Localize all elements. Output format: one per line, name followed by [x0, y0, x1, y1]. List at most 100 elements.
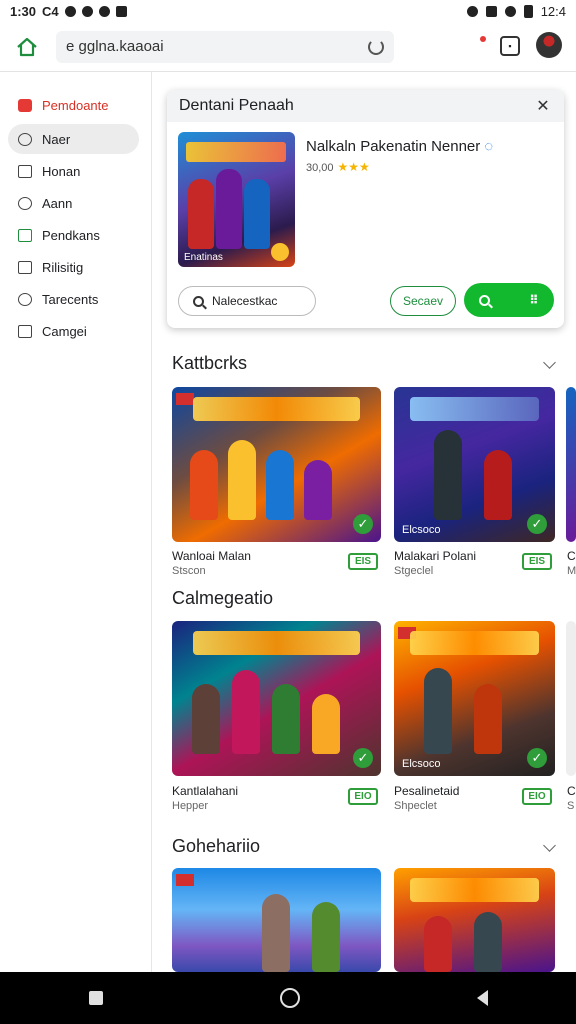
star-rating: ★★★ — [337, 160, 370, 174]
edit-icon — [18, 228, 32, 242]
section-title: Calmegeatio — [172, 588, 274, 608]
ribbon-icon — [176, 874, 194, 886]
game-card[interactable] — [172, 868, 381, 972]
game-thumbnail[interactable]: Enatinas — [178, 132, 295, 267]
card-badge[interactable]: EIO — [522, 788, 552, 805]
card-subtitle: Stscon — [172, 565, 206, 577]
sidebar-item-label: Pendkans — [42, 227, 100, 243]
card-caption: Elcsoco — [402, 758, 441, 770]
game-card[interactable]: Elcsoco ✓ — [394, 621, 555, 776]
status-carrier: C4 — [42, 3, 59, 19]
game-card[interactable]: Elcsoco ✓ — [394, 387, 555, 542]
wifi-icon — [98, 5, 110, 17]
signal-icon — [466, 5, 478, 17]
game-logo — [410, 631, 539, 655]
game-card[interactable] — [566, 387, 576, 542]
vibrate-icon — [485, 5, 497, 17]
character-figure — [424, 916, 452, 972]
list-icon — [18, 260, 32, 274]
badge-icon — [271, 243, 289, 261]
card-art — [566, 621, 576, 776]
card-badge[interactable]: EIS — [522, 553, 552, 570]
character-figure — [312, 694, 340, 754]
status-time: 1:30 — [10, 3, 37, 19]
game-card[interactable]: ✓ — [172, 621, 381, 776]
popup-header: Dentani Penaah ✕ — [167, 90, 564, 122]
character-figure — [304, 460, 332, 520]
app-meta: 30,00 ★★★ — [306, 160, 370, 174]
sidebar-item-brand[interactable]: Pemdoante — [8, 90, 139, 120]
bluetooth-icon — [504, 5, 516, 17]
card-title: Malakari Polani — [394, 549, 477, 563]
ribbon-icon — [176, 393, 194, 405]
character-figure — [272, 684, 300, 754]
character-figure — [190, 450, 218, 520]
sidebar-item-aann[interactable]: Aann — [8, 188, 139, 218]
avatar[interactable] — [536, 32, 562, 58]
character-figure — [188, 179, 214, 249]
app-name: Nalkaln Pakenatin Nenner ◌ — [306, 138, 493, 155]
popup-search-button[interactable]: Nalecestkac — [178, 286, 316, 316]
sidebar-item-camgei[interactable]: Camgei — [8, 316, 139, 346]
back-icon[interactable] — [476, 990, 488, 1006]
status-clock: 12:4 — [540, 3, 566, 19]
search-icon — [479, 294, 491, 306]
check-icon: ✓ — [353, 514, 373, 534]
chevron-down-icon[interactable] — [543, 839, 556, 852]
card-subtitle: Shpeclet — [394, 800, 437, 812]
game-card[interactable]: ✓ — [172, 387, 381, 542]
recording-dot — [480, 36, 486, 42]
character-figure — [484, 450, 512, 520]
game-card[interactable] — [394, 868, 555, 972]
app-icon — [115, 5, 127, 17]
reload-icon[interactable] — [368, 38, 384, 55]
sidebar-item-rilisitig[interactable]: Rilisitig — [8, 252, 139, 282]
game-logo — [192, 631, 361, 655]
sidebar-item-pendkans[interactable]: Pendkans — [8, 220, 139, 250]
home-nav-icon[interactable] — [279, 988, 300, 1008]
game-logo — [192, 397, 361, 421]
primary-action-button[interactable]: ⠿ — [464, 283, 554, 317]
compass-icon — [18, 132, 32, 146]
game-logo — [410, 397, 539, 421]
character-figure — [216, 169, 242, 249]
tabs-icon: ▪ — [508, 41, 512, 51]
card-subtitle: M — [567, 565, 576, 577]
card-subtitle: Stgeclel — [394, 565, 434, 577]
setup-label: Secaev — [402, 294, 444, 308]
sidebar-item-naer[interactable]: Naer — [8, 124, 139, 154]
game-card[interactable] — [566, 621, 576, 776]
character-figure — [312, 902, 340, 972]
card-art — [566, 387, 576, 542]
download-icon — [18, 324, 32, 338]
sidebar: Pemdoante Naer Honan Aann Pendkans Rilis… — [0, 72, 152, 972]
recents-icon[interactable] — [88, 991, 103, 1005]
character-figure — [474, 684, 502, 754]
address-bar[interactable]: e gglna.kaaoai — [56, 30, 394, 63]
character-figure — [474, 912, 502, 972]
status-bar: 1:30 C4 12:4 — [0, 0, 576, 22]
game-logo — [186, 142, 286, 162]
character-figure — [262, 894, 290, 972]
tabs-button[interactable]: ▪ — [500, 36, 520, 56]
shield-icon — [18, 292, 32, 306]
card-subtitle: S — [567, 800, 575, 812]
chevron-down-icon[interactable] — [543, 356, 556, 369]
sidebar-item-honan[interactable]: Honan — [8, 156, 139, 186]
search-icon — [193, 295, 204, 307]
card-title: Kantlalahani — [172, 784, 239, 798]
sidebar-item-tarecents[interactable]: Tarecents — [8, 284, 139, 314]
card-badge[interactable]: EIS — [348, 553, 378, 570]
settings-icon — [81, 5, 93, 17]
character-figure — [244, 179, 270, 249]
people-icon — [18, 196, 32, 210]
sidebar-item-label: Naer — [42, 131, 71, 147]
sidebar-item-label: Rilisitig — [42, 259, 84, 275]
check-icon: ✓ — [527, 748, 547, 768]
card-badge[interactable]: EIO — [348, 788, 378, 805]
check-icon: ✓ — [353, 748, 373, 768]
close-icon[interactable]: ✕ — [534, 96, 552, 116]
home-button[interactable] — [12, 32, 42, 62]
setup-button[interactable]: Secaev — [390, 286, 456, 316]
card-caption: Elcsoco — [402, 524, 441, 536]
